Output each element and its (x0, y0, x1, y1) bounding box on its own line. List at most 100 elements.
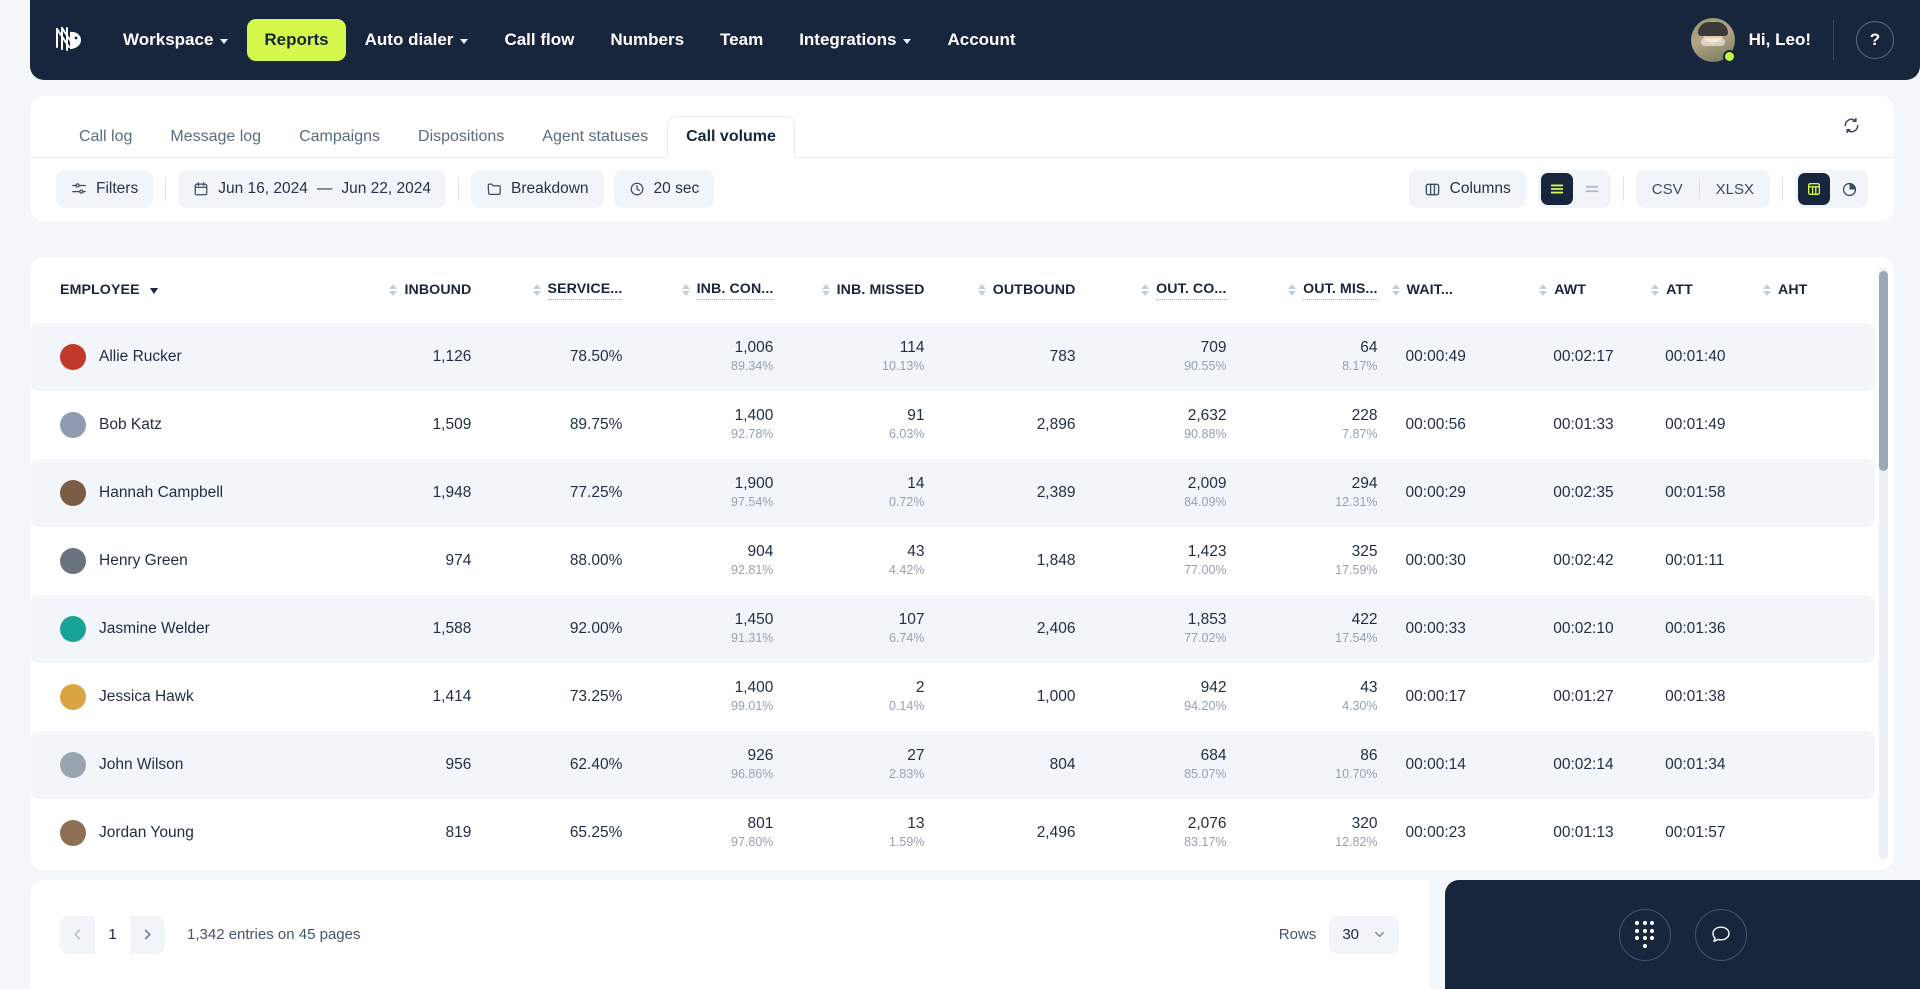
sort-toggle-icon[interactable] (977, 284, 986, 296)
sort-toggle-icon[interactable] (681, 284, 690, 296)
table-row[interactable]: Hannah Campbell 1,948 77.25% 1,900 97.54%… (30, 459, 1875, 527)
table-row[interactable]: Jasmine Welder 1,588 92.00% 1,450 91.31% … (30, 595, 1875, 663)
cell-inbound: 1,126 (432, 348, 472, 366)
current-page-number[interactable]: 1 (95, 915, 130, 954)
column-header-inbound[interactable]: INBOUND (334, 257, 485, 323)
tab-message-log[interactable]: Message log (151, 116, 280, 158)
nav-item-numbers[interactable]: Numbers (593, 19, 701, 61)
app-logo[interactable] (30, 23, 106, 57)
dialpad-button[interactable] (1618, 908, 1671, 961)
previous-page-button[interactable] (60, 916, 95, 954)
table-row[interactable]: Jessica Hawk 1,414 73.25% 1,400 99.01% 2 … (30, 663, 1875, 731)
cell-awt: 00:02:10 (1553, 620, 1614, 638)
cell-outbound-missed: 320 12.82% (1335, 815, 1378, 850)
cell-aht (1763, 663, 1875, 731)
nav-item-team[interactable]: Team (703, 19, 780, 61)
avatar[interactable] (1690, 18, 1736, 63)
nav-item-call-flow[interactable]: Call flow (487, 19, 591, 61)
columns-button[interactable]: Columns (1408, 170, 1526, 208)
sort-toggle-icon[interactable] (1651, 284, 1660, 296)
cell-outbound-missed: 43 4.30% (1342, 679, 1378, 714)
sort-toggle-icon[interactable] (1391, 284, 1400, 296)
export-csv-button[interactable]: CSV (1636, 181, 1699, 198)
sort-toggle-icon[interactable] (1762, 284, 1771, 296)
sort-toggle-icon[interactable] (1288, 284, 1297, 296)
help-button[interactable]: ? (1856, 21, 1894, 59)
cell-inbound-connected: 1,400 99.01% (636, 663, 787, 731)
sort-toggle-icon[interactable] (532, 284, 541, 296)
tab-campaigns[interactable]: Campaigns (280, 116, 399, 158)
nav-item-integrations[interactable]: Integrations (782, 19, 928, 61)
csv-label: CSV (1651, 180, 1683, 198)
column-header-service-level[interactable]: SERVICE... (485, 257, 636, 323)
sort-toggle-icon[interactable] (1141, 284, 1150, 296)
column-header-inbound-connected[interactable]: INB. CON... (636, 257, 787, 323)
column-header-att[interactable]: ATT (1651, 257, 1763, 323)
tab-call-volume[interactable]: Call volume (667, 116, 795, 158)
cell-inbound: 1,588 (432, 620, 472, 638)
column-header-inbound-missed[interactable]: INB. MISSED (787, 257, 938, 323)
nav-item-workspace[interactable]: Workspace (106, 19, 245, 61)
cell-service-level: 77.25% (569, 484, 623, 502)
cell-outbound-connected: 2,076 83.17% (1089, 799, 1240, 867)
table-row[interactable]: John Wilson 956 62.40% 926 96.86% 27 2.83… (30, 731, 1875, 799)
tab-dispositions[interactable]: Dispositions (399, 116, 523, 158)
tab-call-log[interactable]: Call log (60, 116, 151, 158)
refresh-button[interactable] (1834, 108, 1868, 142)
breakdown-button[interactable]: Breakdown (470, 170, 604, 208)
cell-outbound-missed: 64 8.17% (1240, 323, 1392, 391)
column-header-outbound-connected[interactable]: OUT. CO... (1089, 257, 1240, 323)
cell-service-level: 89.75% (569, 416, 623, 434)
table-row[interactable]: Allie Rucker 1,126 78.50% 1,006 89.34% 11… (30, 323, 1875, 391)
cell-inbound-missed: 13 1.59% (889, 815, 925, 850)
date-range-picker[interactable]: Jun 16, 2024 — Jun 22, 2024 (178, 170, 446, 208)
filters-icon (72, 183, 86, 194)
column-header-employee[interactable]: EMPLOYEE (30, 257, 334, 323)
column-header-wait[interactable]: WAIT... (1391, 257, 1540, 323)
cell-inbound: 956 (445, 756, 472, 774)
view-chart-button[interactable] (1833, 173, 1865, 205)
column-label: AWT (1554, 282, 1587, 298)
cell-inbound-missed: 14 0.72% (787, 459, 939, 527)
tab-agent-statuses[interactable]: Agent statuses (523, 116, 667, 158)
toolbar-right-cluster: Columns CSV XLSX (1408, 170, 1868, 208)
sort-toggle-icon[interactable] (1539, 284, 1548, 296)
cell-inbound: 974 (334, 527, 485, 595)
cell-inbound: 1,509 (432, 416, 472, 434)
sort-toggle-icon[interactable] (389, 284, 398, 296)
cell-att: 00:01:57 (1665, 824, 1726, 842)
cell-awt: 00:01:33 (1553, 416, 1614, 434)
chevron-down-icon (1375, 931, 1384, 938)
table-row[interactable]: Henry Green 974 88.00% 904 92.81% 43 4.42… (30, 527, 1875, 595)
next-page-button[interactable] (130, 916, 165, 954)
nav-item-auto-dialer[interactable]: Auto dialer (348, 19, 486, 61)
density-compact-button[interactable] (1576, 173, 1608, 205)
table-row[interactable]: Jordan Young 819 65.25% 801 97.80% 13 1.5… (30, 799, 1875, 867)
column-header-awt[interactable]: AWT (1539, 257, 1651, 323)
view-table-button[interactable] (1798, 173, 1830, 205)
table-footer: 1 1,342 entries on 45 pages Rows 30 (30, 880, 1429, 989)
cell-outbound: 783 (938, 323, 1090, 391)
nav-item-reports[interactable]: Reports (247, 19, 346, 61)
chat-button[interactable] (1694, 908, 1747, 961)
column-header-aht[interactable]: AHT (1762, 257, 1875, 323)
folder-icon (487, 183, 501, 195)
cell-service-level: 78.50% (485, 323, 637, 391)
filters-button[interactable]: Filters (56, 170, 154, 208)
sort-toggle-icon[interactable] (821, 284, 830, 296)
interval-button[interactable]: 20 sec (613, 170, 715, 208)
table-row[interactable]: Bob Katz 1,509 89.75% 1,400 92.78% 91 6.0… (30, 391, 1875, 459)
cell-inbound-missed: 14 0.72% (889, 475, 925, 510)
cell-wait: 00:00:33 (1405, 620, 1466, 638)
cell-outbound-connected: 2,009 84.09% (1089, 459, 1241, 527)
rows-per-page-select[interactable]: 30 (1329, 915, 1399, 954)
table-scrollbar-thumb[interactable] (1879, 271, 1888, 471)
density-comfortable-button[interactable] (1540, 173, 1573, 205)
nav-item-account[interactable]: Account (930, 19, 1032, 61)
column-header-outbound-missed[interactable]: OUT. MIS... (1241, 257, 1392, 323)
nav-label: Call flow (504, 30, 575, 49)
cell-inbound-connected: 801 97.80% (731, 815, 774, 850)
export-xlsx-button[interactable]: XLSX (1700, 181, 1770, 198)
nav-right-cluster: Hi, Leo! ? (1690, 0, 1920, 80)
column-header-outbound[interactable]: OUTBOUND (938, 257, 1089, 323)
